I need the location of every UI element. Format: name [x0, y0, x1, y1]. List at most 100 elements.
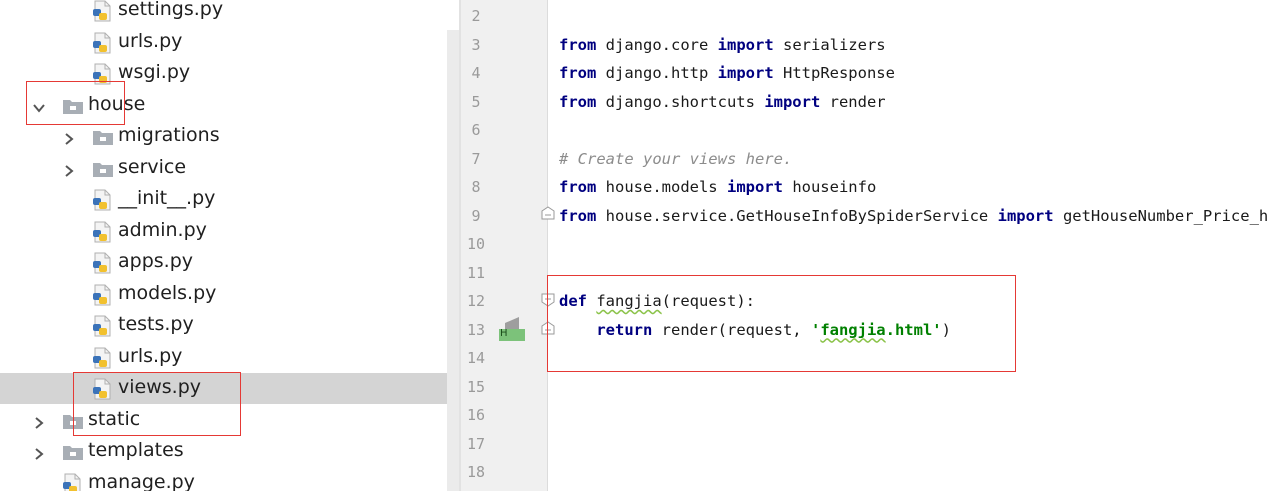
chevron-right-icon[interactable]: [62, 129, 76, 145]
code-token: HttpResponse: [773, 64, 895, 82]
tree-item-label: house: [88, 92, 146, 115]
code-keyword: import: [717, 35, 774, 54]
folder-icon: [62, 441, 84, 463]
line-number: 9: [471, 206, 481, 225]
line-number: 12: [466, 292, 486, 310]
tree-file-item[interactable]: views.py: [0, 373, 447, 404]
tree-folder-item[interactable]: static: [0, 405, 447, 436]
tree-item-label: static: [88, 407, 141, 430]
gutter-run-marker-icon[interactable]: H: [497, 315, 525, 343]
code-token: (request):: [661, 292, 755, 310]
code-keyword: from: [559, 206, 597, 225]
python-file-icon: [92, 32, 114, 54]
code-line: def fangjia(request):: [559, 292, 755, 310]
tree-file-item[interactable]: manage.py: [0, 468, 447, 491]
tree-item-label: urls.py: [118, 344, 183, 367]
tree-item-label: templates: [88, 439, 184, 461]
code-keyword: from: [559, 92, 597, 111]
line-number: 14: [466, 349, 486, 367]
tree-folder-item[interactable]: templates: [0, 436, 447, 467]
tree-file-item[interactable]: tests.py: [0, 310, 447, 341]
tree-item-label: admin.py: [118, 218, 207, 241]
tree-file-item[interactable]: models.py: [0, 279, 447, 310]
code-string: ': [810, 320, 821, 339]
python-file-icon: [92, 221, 114, 243]
code-keyword: import: [997, 206, 1054, 225]
tree-item-label: wsgi.py: [118, 61, 191, 83]
tree-item-label: apps.py: [118, 250, 194, 272]
fold-marker-icon[interactable]: [541, 206, 555, 220]
gutter-marker-label: H: [500, 328, 508, 339]
tree-file-item[interactable]: urls.py: [0, 342, 447, 373]
tree-file-item[interactable]: wsgi.py: [0, 58, 447, 89]
tree-item-label: models.py: [118, 281, 217, 304]
code-token: render(request,: [652, 320, 811, 339]
chevron-right-icon[interactable]: [32, 413, 46, 429]
tree-item-label: urls.py: [118, 29, 183, 52]
folder-icon: [62, 95, 84, 117]
line-number: 3: [471, 35, 481, 54]
tree-folder-item[interactable]: house: [0, 90, 447, 121]
chevron-right-icon[interactable]: [62, 161, 76, 177]
chevron-right-icon[interactable]: [32, 444, 46, 460]
line-number: 18: [466, 463, 486, 481]
fold-marker-icon[interactable]: [541, 293, 555, 307]
chevron-down-icon[interactable]: [32, 98, 46, 113]
line-number: 10: [466, 235, 486, 253]
python-file-icon: [62, 473, 84, 491]
tree-scrollbar[interactable]: [447, 30, 459, 491]
folder-icon: [62, 410, 84, 432]
tree-file-item[interactable]: admin.py: [0, 216, 447, 247]
tree-item-label: manage.py: [88, 470, 195, 491]
python-file-icon: [92, 252, 114, 274]
code-line: return render(request, 'fangjia.html'): [559, 321, 951, 339]
code-keyword: import: [717, 64, 774, 82]
tree-file-item[interactable]: apps.py: [0, 247, 447, 278]
line-number: 5: [471, 92, 481, 111]
code-line: from house.models import houseinfo: [559, 178, 876, 196]
code-string: fangjia: [820, 320, 886, 339]
code-keyword: return: [596, 320, 653, 339]
line-number: 8: [471, 178, 481, 196]
code-string: .html': [885, 320, 942, 339]
folder-icon: [92, 126, 114, 148]
tree-file-item[interactable]: settings.py: [0, 0, 447, 26]
code-keyword: from: [559, 64, 597, 82]
line-number: 16: [466, 406, 486, 424]
tree-file-item[interactable]: __init__.py: [0, 184, 447, 215]
line-number: 2: [471, 7, 481, 25]
tree-item-label: tests.py: [118, 313, 194, 335]
project-tree: settings.py urls.py wsgi.py house migrat…: [0, 0, 447, 491]
tree-item-label: settings.py: [118, 0, 224, 20]
tree-folder-item[interactable]: service: [0, 153, 447, 184]
code-token: house.service.GetHouseInfoBySpiderServic…: [596, 206, 998, 225]
code-line: from django.http import HttpResponse: [559, 64, 895, 82]
code-line: from house.service.GetHouseInfoBySpiderS…: [559, 207, 1268, 225]
fold-marker-icon[interactable]: [541, 321, 555, 335]
python-file-icon: [92, 63, 114, 85]
line-number: 7: [471, 149, 481, 168]
code-line: from django.core import serializers: [559, 36, 886, 54]
code-comment: # Create your views here.: [559, 149, 793, 168]
code-keyword: from: [559, 35, 597, 54]
line-number: 4: [471, 64, 481, 82]
line-number: 13: [466, 320, 486, 339]
line-number: 11: [466, 263, 486, 282]
code-token: django.http: [596, 64, 718, 82]
tree-item-label: views.py: [118, 376, 201, 398]
code-line: # Create your views here.: [559, 150, 792, 168]
tree-folder-item[interactable]: migrations: [0, 121, 447, 152]
python-file-icon: [92, 378, 114, 400]
tree-item-label: __init__.py: [118, 187, 216, 209]
python-file-icon: [92, 315, 114, 337]
code-editor[interactable]: from django.core import serializers from …: [559, 0, 1268, 491]
python-file-icon: [92, 189, 114, 211]
code-token: house.models: [596, 178, 727, 196]
tree-file-item[interactable]: urls.py: [0, 27, 447, 58]
code-token: ): [941, 320, 951, 339]
tree-item-label: migrations: [118, 124, 220, 146]
code-token: houseinfo: [782, 178, 877, 196]
python-file-icon: [92, 284, 114, 306]
